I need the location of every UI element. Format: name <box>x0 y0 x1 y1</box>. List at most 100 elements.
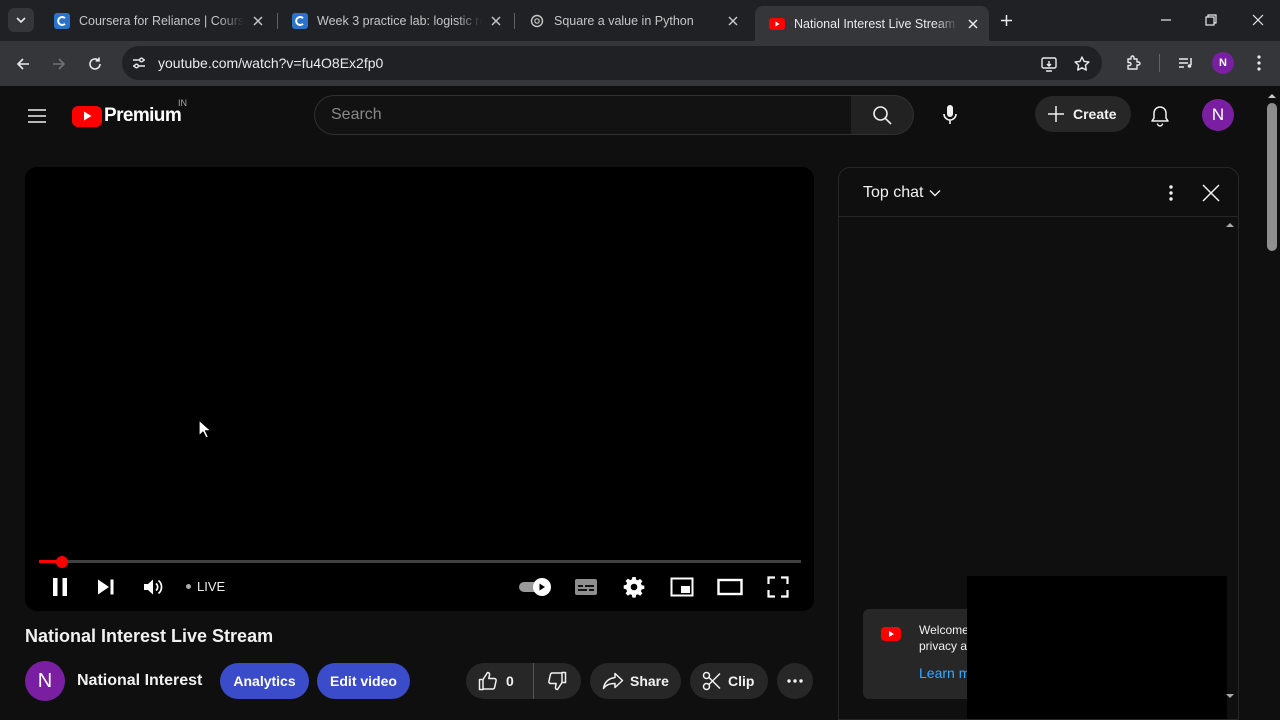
like-button[interactable]: 0 <box>466 663 534 699</box>
miniplayer-button[interactable] <box>668 573 696 601</box>
restore-button[interactable] <box>1199 8 1223 32</box>
new-tab-button[interactable] <box>996 10 1016 30</box>
progress-bar[interactable] <box>39 560 801 563</box>
close-tab-icon[interactable] <box>725 13 741 29</box>
browser-tab-coursera[interactable]: Coursera for Reliance | Coursera <box>40 6 274 35</box>
close-tab-icon[interactable] <box>250 13 266 29</box>
autoplay-toggle-icon <box>519 578 551 596</box>
site-info-icon[interactable] <box>124 48 154 78</box>
dislike-button[interactable] <box>534 663 580 699</box>
close-icon <box>1252 14 1264 26</box>
reload-button[interactable] <box>83 52 107 76</box>
chat-more-options-button[interactable] <box>1159 181 1183 205</box>
progress-scrubber[interactable] <box>55 556 68 568</box>
more-horizontal-icon <box>787 679 803 683</box>
subtitles-button[interactable] <box>572 573 600 601</box>
browser-tab-week3-lab[interactable]: Week 3 practice lab: logistic regression <box>278 6 512 35</box>
scissors-icon <box>702 671 721 691</box>
close-chat-button[interactable] <box>1198 180 1224 206</box>
chat-mode-dropdown[interactable]: Top chat <box>863 184 941 202</box>
youtube-premium-logo[interactable]: Premium IN <box>72 98 187 127</box>
chevron-down-icon <box>16 17 26 24</box>
pause-button[interactable] <box>46 573 74 601</box>
account-avatar[interactable]: N <box>1202 99 1234 131</box>
reload-icon <box>89 57 101 70</box>
theater-mode-icon <box>717 578 743 596</box>
channel-name[interactable]: National Interest <box>77 672 202 690</box>
youtube-icon <box>881 627 901 641</box>
page-scrollbar[interactable] <box>1264 86 1280 720</box>
search-input[interactable] <box>315 96 851 134</box>
browser-tab-youtube-active[interactable]: National Interest Live Stream - YouTube <box>755 6 989 41</box>
create-label: Create <box>1073 106 1117 122</box>
live-badge[interactable]: LIVE <box>186 579 225 594</box>
menu-icon <box>28 109 46 123</box>
tab-search-button[interactable] <box>8 8 34 32</box>
subtitles-icon <box>575 579 597 595</box>
analytics-button[interactable]: Analytics <box>220 663 309 699</box>
notifications-button[interactable] <box>1146 102 1174 130</box>
search-icon <box>873 106 892 125</box>
video-player[interactable]: LIVE <box>25 167 814 611</box>
chevron-down-icon <box>929 190 941 197</box>
close-window-button[interactable] <box>1246 8 1270 32</box>
youtube-play-icon <box>72 105 102 127</box>
autoplay-toggle[interactable] <box>518 573 554 601</box>
mouse-cursor-icon <box>198 419 212 439</box>
toolbar-separator <box>1159 54 1160 72</box>
address-bar[interactable]: youtube.com/watch?v=fu4O8Ex2fp0 <box>122 46 1102 80</box>
arrow-left-icon <box>16 58 29 70</box>
search-button[interactable] <box>851 95 914 135</box>
clip-button[interactable]: Clip <box>690 663 768 699</box>
next-button[interactable] <box>92 573 120 601</box>
theater-mode-button[interactable] <box>716 573 744 601</box>
youtube-icon <box>769 16 785 32</box>
video-title: National Interest Live Stream <box>25 626 274 646</box>
fullscreen-button[interactable] <box>764 573 792 601</box>
channel-avatar[interactable]: N <box>25 661 65 701</box>
more-actions-button[interactable] <box>777 663 813 699</box>
coursera-icon <box>292 12 308 29</box>
gear-icon <box>623 577 645 598</box>
browser-menu-icon[interactable] <box>1248 52 1270 74</box>
miniplayer-icon <box>670 577 694 597</box>
url-text[interactable]: youtube.com/watch?v=fu4O8Ex2fp0 <box>158 55 383 71</box>
pause-icon <box>53 578 67 596</box>
chat-scroll-up-icon[interactable] <box>1226 221 1234 229</box>
logo-text: Premium <box>104 105 182 126</box>
close-tab-icon[interactable] <box>965 16 981 32</box>
forward-button[interactable] <box>47 52 71 76</box>
search-box <box>314 95 852 135</box>
close-tab-icon[interactable] <box>488 13 504 29</box>
chat-scroll-down-icon[interactable] <box>1226 692 1234 700</box>
voice-search-button[interactable] <box>930 95 970 135</box>
edit-video-button[interactable]: Edit video <box>317 663 410 699</box>
live-label: LIVE <box>197 579 226 594</box>
star-icon[interactable] <box>1072 54 1092 74</box>
thumbs-up-icon <box>478 671 497 691</box>
scrollbar-thumb[interactable] <box>1267 103 1277 251</box>
create-button[interactable]: Create <box>1035 96 1131 132</box>
tab-title: National Interest Live Stream - YouTube <box>794 16 959 31</box>
skip-next-icon <box>98 579 114 595</box>
extensions-icon[interactable] <box>1123 52 1145 74</box>
media-controls-icon[interactable] <box>1175 52 1197 74</box>
chat-header: Top chat <box>839 168 1238 217</box>
country-code: IN <box>178 98 187 108</box>
guide-menu-button[interactable] <box>24 103 50 129</box>
obscured-region <box>967 576 1227 719</box>
openai-icon <box>529 13 545 29</box>
fullscreen-icon <box>767 576 789 598</box>
thumbs-down-icon <box>548 671 567 691</box>
back-button[interactable] <box>11 52 35 76</box>
settings-button[interactable] <box>620 573 648 601</box>
browser-tab-square-python[interactable]: Square a value in Python <box>515 6 749 35</box>
minimize-button[interactable] <box>1154 8 1178 32</box>
mute-button[interactable] <box>139 573 167 601</box>
tab-title: Coursera for Reliance | Coursera <box>79 13 244 28</box>
scroll-up-icon[interactable] <box>1268 92 1276 100</box>
share-button[interactable]: Share <box>590 663 681 699</box>
browser-profile-avatar[interactable]: N <box>1212 52 1234 74</box>
live-chat-panel: Top chat Welcome to live chat! Remember … <box>838 167 1239 720</box>
install-app-icon[interactable] <box>1039 54 1059 74</box>
